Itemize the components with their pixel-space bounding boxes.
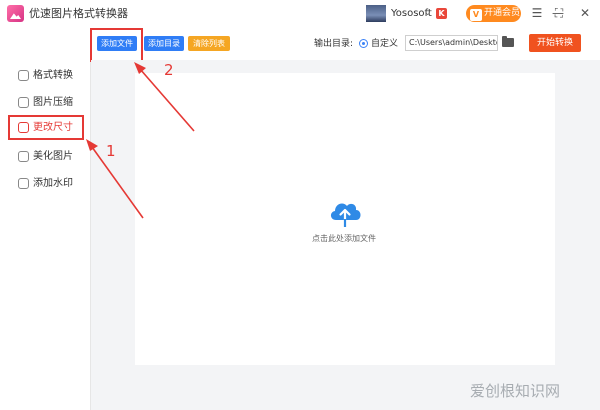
sidebar-item-compress[interactable]: 图片压缩 bbox=[8, 92, 88, 114]
sidebar-item-watermark[interactable]: 添加水印 bbox=[8, 173, 88, 195]
close-icon[interactable]: ✕ bbox=[577, 5, 593, 21]
clear-list-button[interactable]: 清除列表 bbox=[188, 36, 230, 51]
folder-icon[interactable] bbox=[502, 36, 514, 47]
custom-radio[interactable] bbox=[359, 39, 368, 48]
title-bar: 优速图片格式转换器 Yososoft ⌄ K V 开通会员 ☰ — ⛶ ✕ bbox=[0, 0, 600, 28]
sidebar-item-label: 美化图片 bbox=[33, 151, 73, 162]
output-dir-label: 输出目录: bbox=[314, 39, 354, 49]
drop-hint[interactable]: 点击此处添加文件 bbox=[312, 233, 376, 245]
vip-label: 开通会员 bbox=[484, 8, 521, 18]
output-path-input[interactable]: C:\Users\admin\Deskto bbox=[405, 35, 498, 51]
user-avatar[interactable] bbox=[366, 5, 386, 22]
sidebar-item-label: 图片压缩 bbox=[33, 97, 73, 108]
add-folder-button[interactable]: 添加目录 bbox=[144, 36, 184, 51]
app-title: 优速图片格式转换器 bbox=[29, 7, 128, 20]
annotation-box-add-file bbox=[90, 28, 143, 62]
site-watermark: 爱创根知识网 bbox=[470, 382, 561, 400]
maximize-icon[interactable]: ⛶ bbox=[551, 5, 567, 21]
annotation-box-resize bbox=[8, 115, 84, 140]
sidebar-item-label: 格式转换 bbox=[33, 70, 73, 81]
account-badge-icon: K bbox=[436, 8, 447, 19]
custom-radio-label[interactable]: 自定义 bbox=[371, 38, 398, 50]
vip-icon: V bbox=[470, 9, 482, 21]
menu-icon[interactable]: ☰ bbox=[529, 5, 545, 21]
vip-button[interactable]: V 开通会员 bbox=[466, 5, 521, 22]
format-convert-icon bbox=[18, 70, 29, 81]
chevron-down-icon[interactable]: ⌄ bbox=[424, 7, 432, 20]
sidebar-item-format-convert[interactable]: 格式转换 bbox=[8, 65, 88, 87]
sidebar-item-label: 添加水印 bbox=[33, 178, 73, 189]
watermark-icon bbox=[18, 178, 29, 189]
app-logo-icon bbox=[7, 5, 24, 22]
compress-icon bbox=[18, 97, 29, 108]
cloud-upload-icon[interactable] bbox=[327, 193, 363, 229]
start-convert-button[interactable]: 开始转换 bbox=[529, 34, 581, 52]
beautify-icon bbox=[18, 151, 29, 162]
annotation-label-2: 2 bbox=[164, 61, 174, 79]
annotation-label-1: 1 bbox=[106, 142, 116, 160]
sidebar-item-beautify[interactable]: 美化图片 bbox=[8, 146, 88, 168]
